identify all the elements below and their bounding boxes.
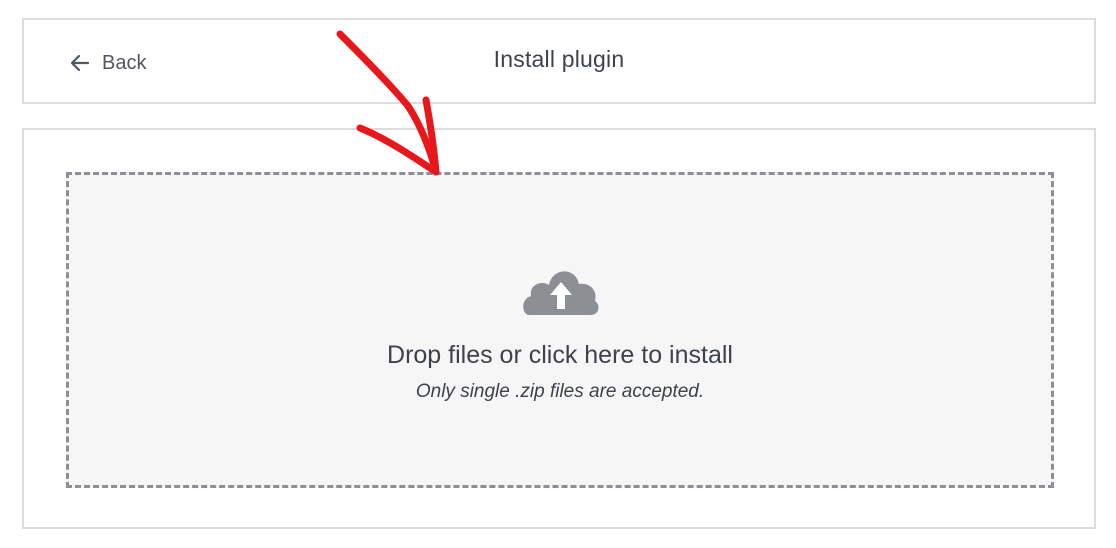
cloud-upload-icon bbox=[521, 261, 601, 317]
header-bar: Back Install plugin bbox=[22, 18, 1096, 104]
file-dropzone[interactable]: Drop files or click here to install Only… bbox=[66, 172, 1054, 488]
upload-panel: Drop files or click here to install Only… bbox=[22, 128, 1096, 529]
dropzone-hint: Only single .zip files are accepted. bbox=[415, 381, 705, 402]
page-title: Install plugin bbox=[493, 46, 625, 72]
dropzone-title: Drop files or click here to install bbox=[387, 341, 733, 369]
